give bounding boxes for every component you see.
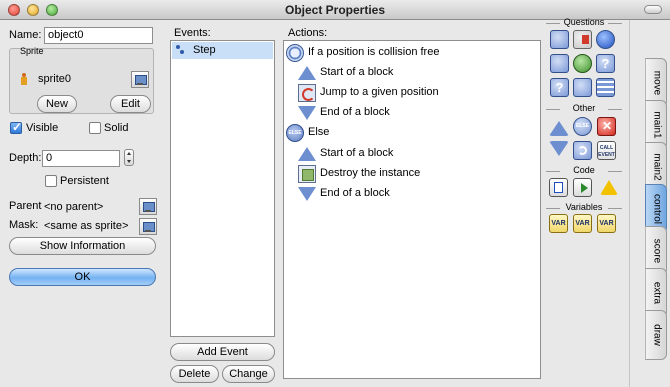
solid-label: Solid [104, 122, 129, 134]
execute-script-icon[interactable] [573, 178, 592, 197]
persistent-checkbox[interactable] [45, 175, 57, 187]
other-header: Other [546, 103, 622, 113]
test-variable-icon[interactable]: VAR [573, 214, 592, 233]
action-label: Else [308, 126, 330, 138]
start-block-palette-icon[interactable] [549, 121, 569, 136]
exit-event-icon[interactable] [597, 117, 616, 136]
persistent-label: Persistent [60, 175, 109, 187]
visible-checkbox[interactable] [10, 120, 22, 134]
new-sprite-button[interactable]: New [37, 95, 77, 113]
end-block-icon [298, 106, 316, 120]
sprite-name: sprite0 [38, 73, 72, 85]
test-expression-icon[interactable]: ? [550, 78, 569, 97]
mask-label: Mask: [9, 219, 39, 231]
call-event-icon[interactable]: CALL EVENT [597, 141, 616, 160]
change-event-button[interactable]: Change [222, 365, 275, 383]
event-item-step[interactable]: Step [172, 42, 273, 59]
end-block-icon [298, 187, 316, 201]
test-chance-icon[interactable] [573, 54, 592, 73]
end-block-palette-icon[interactable] [549, 141, 569, 156]
sprite-icon [21, 73, 27, 86]
check-grid-icon[interactable] [596, 78, 615, 97]
action-label: Jump to a given position [320, 86, 439, 98]
else-palette-icon[interactable]: ELSE [573, 117, 592, 136]
action-label: End of a block [320, 187, 390, 199]
show-information-button[interactable]: Show Information [9, 237, 156, 255]
action-label: Destroy the instance [320, 167, 421, 179]
name-label: Name: [9, 29, 42, 41]
action-label: Start of a block [320, 147, 394, 159]
variables-header: Variables [546, 202, 622, 212]
code-header: Code [546, 165, 622, 175]
start-block-icon [298, 66, 316, 80]
event-item-label: Step [193, 44, 216, 56]
check-question-icon[interactable]: ? [596, 54, 615, 73]
visible-label: Visible [26, 122, 59, 134]
action-label: End of a block [320, 106, 390, 118]
test-instance-count-icon[interactable] [550, 54, 569, 73]
action-palette: Questions ? ? Other ELSE CALL EVENT Code… [546, 16, 622, 378]
else-icon: ELSE [286, 124, 304, 142]
delete-event-button[interactable]: Delete [170, 365, 219, 383]
tab-draw[interactable]: draw [645, 310, 667, 360]
jump-position-icon [298, 84, 316, 102]
set-variable-icon[interactable]: VAR [549, 214, 568, 233]
events-list[interactable]: Step [170, 40, 275, 337]
parent-label: Parent [9, 200, 42, 212]
parent-select-button[interactable] [139, 198, 157, 215]
sprite-select-button[interactable] [131, 71, 149, 88]
check-object-icon[interactable] [596, 30, 615, 49]
action-label: If a position is collision free [308, 46, 440, 58]
parent-value: <no parent> [44, 201, 104, 213]
palette-separator [629, 20, 630, 387]
repeat-icon[interactable] [573, 141, 592, 160]
questions-header: Questions [546, 17, 622, 27]
depth-field[interactable]: 0 [42, 150, 120, 167]
actions-header: Actions: [288, 27, 328, 39]
warning-icon[interactable] [600, 180, 618, 195]
tab-label: draw [651, 324, 663, 346]
stepper-down-icon [127, 160, 131, 163]
edit-sprite-button[interactable]: Edit [110, 95, 151, 113]
destroy-instance-icon [298, 165, 316, 183]
depth-label: Depth: [9, 152, 42, 164]
check-collision-icon[interactable] [573, 30, 592, 49]
action-label: Start of a block [320, 66, 394, 78]
actions-list[interactable]: If a position is collision free Start of… [283, 40, 541, 379]
stepper-up-icon [127, 152, 131, 155]
sprite-group-label: Sprite [20, 46, 44, 56]
check-empty-icon[interactable] [550, 30, 569, 49]
comment-icon[interactable] [549, 178, 568, 197]
add-event-button[interactable]: Add Event [170, 343, 275, 361]
name-field[interactable]: object0 [44, 27, 153, 44]
collision-free-icon [286, 44, 304, 62]
step-icon [176, 45, 185, 56]
events-header: Events: [174, 27, 211, 39]
toolbar-toggle-button[interactable] [644, 5, 662, 14]
solid-checkbox[interactable] [89, 122, 101, 134]
window-title: Object Properties [284, 3, 386, 17]
ok-button[interactable]: OK [9, 268, 156, 286]
mask-value: <same as sprite> [44, 220, 129, 232]
check-mouse-icon[interactable] [573, 78, 592, 97]
draw-variable-icon[interactable]: VAR [597, 214, 616, 233]
depth-stepper[interactable] [124, 149, 134, 166]
start-block-icon [298, 147, 316, 161]
mask-select-button[interactable] [139, 218, 157, 235]
